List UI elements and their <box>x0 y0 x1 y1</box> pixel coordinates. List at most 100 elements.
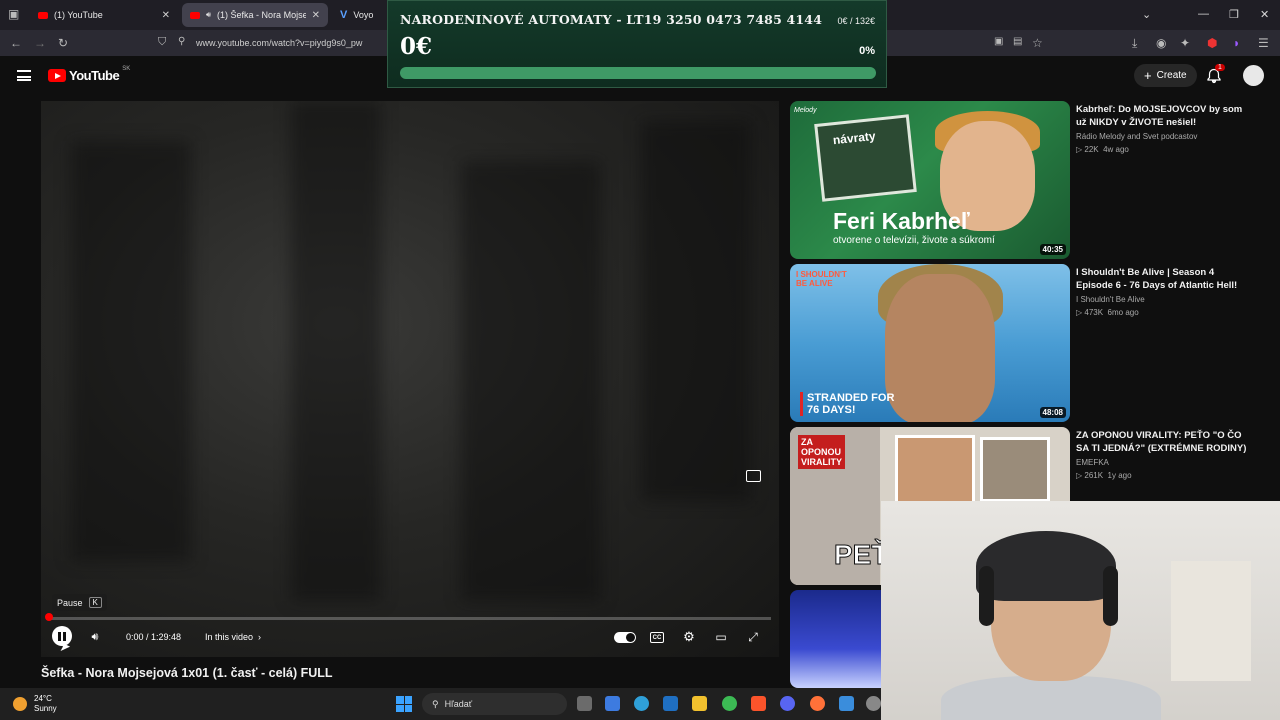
theater-mode-icon[interactable]: ▭ <box>713 629 729 645</box>
view-count: 261K <box>1084 471 1104 480</box>
scrubber-handle[interactable] <box>45 613 53 621</box>
channel-name[interactable]: EMEFKA <box>1076 458 1251 467</box>
weather-widget[interactable]: 24°C Sunny <box>34 694 57 714</box>
in-this-video-button[interactable]: In this video › <box>205 626 261 648</box>
chapters-label: In this video <box>205 632 254 642</box>
autoplay-toggle[interactable] <box>614 632 636 643</box>
progress-bar[interactable] <box>49 617 771 620</box>
duration-badge: 40:35 <box>1039 244 1066 255</box>
fullscreen-icon[interactable]: ⤢ <box>745 629 761 645</box>
tooltip-label: Pause <box>57 597 83 608</box>
video-meta: ZA OPONOU VIRALITY: PEŤO "O ČO SA TI JED… <box>1076 429 1251 480</box>
recommendation-title[interactable]: ZA OPONOU VIRALITY: PEŤO "O ČO SA TI JED… <box>1076 429 1251 455</box>
thumbnail-caption: Feri Kabrheľ <box>833 208 970 234</box>
donation-amount: 0€ <box>400 33 433 60</box>
view-count: 22K <box>1084 145 1099 154</box>
youtube-favicon-icon <box>190 11 200 19</box>
recommendation-title[interactable]: I Shouldn't Be Alive | Season 4 Episode … <box>1076 266 1251 292</box>
app-icon[interactable] <box>663 696 678 711</box>
menu-icon[interactable]: ☰ <box>1258 36 1269 50</box>
views-icon: ▷ <box>1076 471 1083 480</box>
thumbnail-logo: I SHOULDN'T BE ALIVE <box>796 270 847 288</box>
create-button[interactable]: + Create <box>1134 64 1197 87</box>
recommendation-item[interactable]: I SHOULDN'T BE ALIVE STRANDED FOR 76 DAY… <box>790 264 1260 424</box>
temperature: 24°C <box>34 694 52 703</box>
close-icon[interactable]: ✕ <box>312 10 320 21</box>
volume-icon[interactable]: 🔊︎ <box>87 629 103 645</box>
youtube-play-icon <box>48 69 66 82</box>
thumbnail-photo <box>980 437 1050 502</box>
forward-icon[interactable]: → <box>34 36 46 50</box>
duration-badge: 48:08 <box>1039 407 1066 418</box>
channel-name[interactable]: Rádio Melody and Svet podcastov <box>1076 132 1251 141</box>
video-thumbnail[interactable]: I SHOULDN'T BE ALIVE STRANDED FOR 76 DAY… <box>790 264 1070 422</box>
voyo-favicon-icon: V <box>340 9 348 21</box>
store-icon[interactable] <box>605 696 620 711</box>
close-icon[interactable]: ✕ <box>162 10 170 21</box>
address-bar[interactable]: www.youtube.com/watch?v=piydg9s0_pw <box>196 38 362 48</box>
views-icon: ▷ <box>1076 308 1083 317</box>
search-icon: ⚲ <box>432 698 439 709</box>
recommendation-title[interactable]: Kabrheľ: Do MOJSEJOVCOV by som už NIKDY … <box>1076 103 1251 129</box>
notepad-icon[interactable] <box>839 696 854 711</box>
channel-name[interactable]: I Shouldn't Be Alive <box>1076 295 1251 304</box>
site-settings-icon[interactable]: ⚲ <box>178 36 185 47</box>
extension-purple-icon[interactable]: ◗ <box>1233 36 1240 50</box>
tab-youtube[interactable]: (1) YouTube ✕ <box>30 3 178 27</box>
task-view-icon[interactable] <box>577 696 592 711</box>
taskbar-search[interactable]: ⚲ Hľadať <box>422 693 567 715</box>
video-player[interactable]: Pause K 🔊︎ 0:00 / 1:29:48 In this video … <box>41 101 779 657</box>
firefox-icon[interactable] <box>810 696 825 711</box>
shield-icon[interactable]: ⛉ <box>158 36 166 49</box>
logo-text: YouTube <box>69 68 120 83</box>
tab-sefka[interactable]: 🔊︎ (1) Šefka - Nora Mojsejová ✕ <box>182 3 328 27</box>
youtube-logo[interactable]: YouTube SK <box>48 66 130 83</box>
thumbnail-caption: STRANDED FOR 76 DAYS! <box>800 392 894 416</box>
video-frame-shadow <box>71 141 191 561</box>
upload-age: 4w ago <box>1103 145 1129 154</box>
tab-list-chevron-icon[interactable]: ⌄ <box>1142 8 1151 21</box>
picture-in-picture-icon[interactable]: ▣ <box>994 36 1003 47</box>
brave-icon[interactable] <box>751 696 766 711</box>
reload-icon[interactable]: ↻ <box>58 36 68 50</box>
sun-icon[interactable] <box>13 697 27 711</box>
hamburger-menu-icon[interactable] <box>17 70 31 81</box>
restore-icon[interactable]: ❐ <box>1229 8 1239 21</box>
minimize-icon[interactable]: — <box>1198 8 1209 20</box>
download-icon[interactable]: ⤓ <box>1132 36 1137 51</box>
app-icon[interactable] <box>866 696 881 711</box>
account-icon[interactable]: ◉ <box>1156 36 1166 50</box>
video-frame-shadow <box>461 161 601 601</box>
tab-voyo[interactable]: V Voyo <box>332 3 382 27</box>
subtitles-icon[interactable]: CC <box>650 632 664 643</box>
settings-gear-icon[interactable]: ⚙︎ <box>681 629 697 645</box>
edge-icon[interactable] <box>634 696 649 711</box>
webcam-background <box>1171 561 1251 681</box>
reader-view-icon[interactable]: ▤ <box>1013 36 1022 47</box>
chrome-icon[interactable] <box>722 696 737 711</box>
windows-start-icon[interactable] <box>396 696 412 712</box>
extensions-icon[interactable]: ✦ <box>1180 36 1190 50</box>
avatar[interactable] <box>1243 65 1264 86</box>
tooltip-key: K <box>88 597 102 608</box>
back-icon[interactable]: ← <box>10 36 22 50</box>
thumbnail-logo: ZA OPONOU VIRALITY <box>798 435 846 469</box>
discord-icon[interactable] <box>780 696 795 711</box>
file-explorer-icon[interactable] <box>692 696 707 711</box>
mouse-cursor-icon: ➤ <box>59 638 71 654</box>
webcam-overlay <box>881 501 1280 720</box>
tab-overview-icon[interactable]: ▣ <box>8 7 19 21</box>
headphones <box>1103 566 1118 626</box>
recommendation-item[interactable]: návraty Melody Feri Kabrheľ otvorene o t… <box>790 101 1260 261</box>
time-display: 0:00 / 1:29:48 <box>126 632 182 642</box>
close-window-icon[interactable]: ✕ <box>1260 8 1269 21</box>
search-placeholder: Hľadať <box>444 699 473 709</box>
donation-progress-bar <box>400 67 876 79</box>
chevron-right-icon: › <box>258 632 262 642</box>
ublock-icon[interactable]: ⬢ <box>1207 36 1217 50</box>
miniplayer-icon[interactable] <box>746 470 761 482</box>
tab-label: (1) Šefka - Nora Mojsejová <box>217 10 306 20</box>
bookmark-star-icon[interactable]: ☆ <box>1032 36 1043 50</box>
speaker-icon[interactable]: 🔊︎ <box>206 10 211 20</box>
video-thumbnail[interactable]: návraty Melody Feri Kabrheľ otvorene o t… <box>790 101 1070 259</box>
